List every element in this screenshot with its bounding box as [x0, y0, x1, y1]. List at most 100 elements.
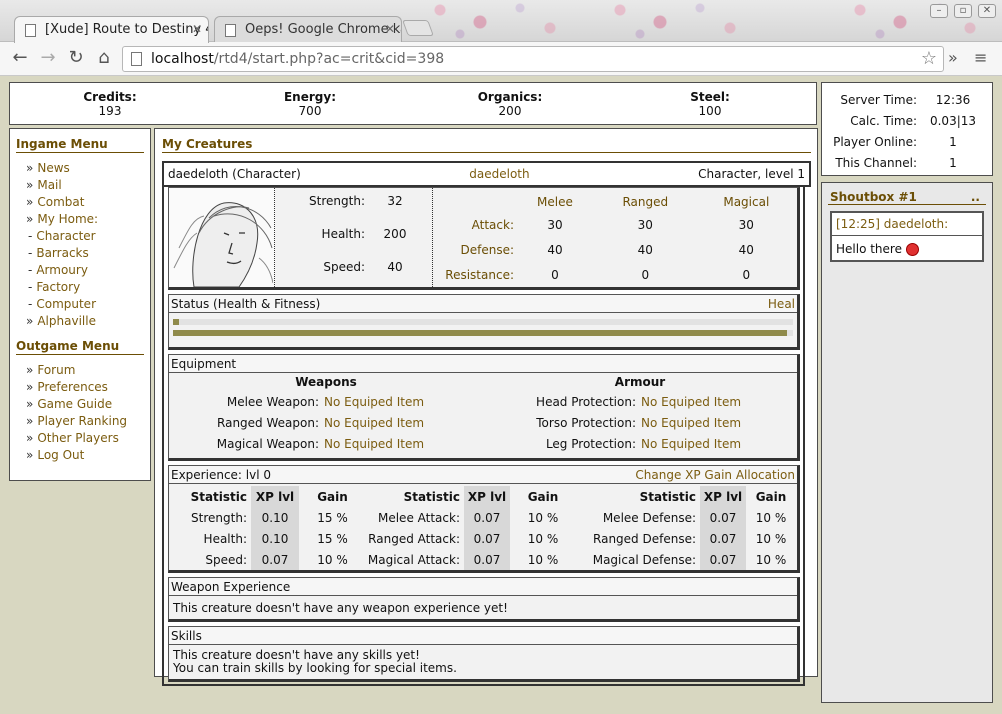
shoutbox-message: [12:25] daedeloth: Hello there — [830, 211, 984, 262]
row-defense: Defense: 40 40 40 — [460, 242, 754, 257]
weapons-column: Weapons Melee Weapon: No Equiped Item Ran… — [169, 375, 483, 454]
url-host: localhost — [151, 51, 214, 67]
minimize-icon[interactable]: – — [930, 4, 948, 18]
menu-item-player-ranking[interactable]: » Player Ranking — [16, 414, 144, 431]
shoutbox: Shoutbox #1 .. [12:25] daedeloth: Hello … — [821, 182, 993, 703]
weapon-experience-text: This creature doesn't have any weapon ex… — [173, 601, 508, 615]
close-icon[interactable]: ✕ — [385, 22, 395, 36]
menu-item-character[interactable]: - Character — [16, 229, 144, 246]
creature-owner-link[interactable]: daedeloth — [469, 167, 529, 181]
creature-name: daedeloth (Character) — [168, 167, 301, 181]
experience-tables: Statistic XP lvl Gain Strength: 0.10 15 % He… — [169, 484, 797, 570]
menu-icon[interactable]: ≡ — [974, 48, 987, 67]
creature-panel: daedeloth (Character) daedeloth Characte… — [162, 161, 811, 187]
main-content: My Creatures daedeloth (Character) daede… — [154, 128, 818, 686]
combat-stats-table: Melee Ranged Magical Attack: 30 30 30 Defense… — [433, 192, 797, 287]
resource-bar: Credits: 193 Energy: 700 Organics: 200 Stee… — [9, 82, 817, 125]
back-icon[interactable]: ← — [8, 47, 32, 71]
players-online: Player Online: 1 — [833, 135, 957, 149]
resource-energy: Energy: 700 — [283, 90, 336, 118]
page-icon — [131, 52, 142, 66]
resource-organics: Organics: 200 — [477, 90, 543, 118]
stat-speed: Speed: 40 — [323, 260, 403, 274]
extensions-chevron-icon[interactable]: » — [948, 48, 958, 67]
forward-icon[interactable]: → — [36, 47, 60, 71]
tab-title: [Xude] Route to Destiny 4 — [45, 22, 209, 37]
status-section: Status (Health & Fitness) Heal — [168, 294, 800, 350]
menu-item-preferences[interactable]: » Preferences — [16, 380, 144, 397]
fitness-bar — [173, 319, 793, 325]
close-window-icon[interactable]: ✕ — [978, 4, 996, 18]
creature-level: Character, level 1 — [698, 167, 805, 181]
menu-item-forum[interactable]: » Forum — [16, 363, 144, 380]
page: Credits: 193 Energy: 700 Organics: 200 Stee… — [0, 77, 1002, 714]
col-melee: Melee — [537, 195, 573, 209]
leg-protection-slot: Leg Protection: No Equiped Item — [545, 436, 742, 451]
home-icon[interactable]: ⌂ — [92, 47, 116, 71]
xp-table-defense: Statistic XP lvl Gain Melee Defense: 0.07 10… — [576, 486, 796, 570]
tab-inactive[interactable]: Oeps! Google Chrome kan ✕ — [214, 16, 402, 43]
tab-active[interactable]: [Xude] Route to Destiny 4 ✕ — [14, 16, 209, 43]
url-path: /rtd4/start.php?ac=crit&cid=398 — [213, 51, 445, 67]
ranged-weapon-slot: Ranged Weapon: No Equiped Item — [217, 415, 425, 430]
outgame-menu-title: Outgame Menu — [16, 339, 144, 355]
menu-item-log-out[interactable]: » Log Out — [16, 448, 144, 465]
stat-health: Health: 200 — [321, 227, 407, 241]
menu-item-mail[interactable]: » Mail — [16, 178, 144, 195]
shoutbox-message-author[interactable]: [12:25] daedeloth: — [832, 213, 982, 236]
torso-protection-slot: Torso Protection: No Equiped Item — [536, 415, 742, 430]
menu-item-factory[interactable]: - Factory — [16, 280, 144, 297]
address-bar[interactable]: localhost/rtd4/start.php?ac=crit&cid=398… — [122, 46, 944, 72]
xp-table-attack: Statistic XP lvl Gain Melee Attack: 0.07 10 … — [366, 486, 576, 570]
creature-portrait — [169, 188, 275, 287]
page-icon — [25, 24, 36, 37]
heal-link[interactable]: Heal — [768, 297, 795, 311]
shoutbox-header: Shoutbox #1 .. — [828, 183, 986, 205]
new-tab-button[interactable] — [402, 20, 434, 36]
status-bars — [169, 313, 797, 347]
shoutbox-title: Shoutbox #1 — [830, 190, 917, 204]
melee-weapon-slot: Melee Weapon: No Equiped Item — [226, 394, 425, 409]
head-protection-slot: Head Protection: No Equiped Item — [536, 394, 742, 409]
col-magical: Magical — [723, 195, 770, 209]
server-info: Server Time: 12:36 Calc. Time: 0.03|13 Pla… — [821, 82, 993, 176]
experience-header: Experience: lvl 0 Change XP Gain Allocat… — [169, 466, 797, 484]
experience-section: Experience: lvl 0 Change XP Gain Allocat… — [168, 465, 800, 573]
browser-toolbar: ← → ↻ ⌂ localhost/rtd4/start.php?ac=crit… — [0, 42, 1002, 76]
shoutbox-options-link[interactable]: .. — [971, 190, 980, 204]
fitness-bar-fill — [173, 319, 180, 325]
close-icon[interactable]: ✕ — [192, 22, 202, 36]
menu-item-combat[interactable]: » Combat — [16, 195, 144, 212]
base-stats: Strength: 32 Health: 200 Speed: 40 — [275, 188, 433, 287]
ingame-menu: » News » Mail » Combat » My Home: - Character… — [16, 161, 144, 331]
skills-text: This creature doesn't have any skills ye… — [173, 648, 457, 675]
calc-time: Calc. Time: 0.03|13 — [850, 114, 977, 128]
menu-item-alphaville[interactable]: » Alphaville — [16, 314, 144, 331]
maximize-icon[interactable]: ▫ — [954, 4, 972, 18]
menu-item-computer[interactable]: - Computer — [16, 297, 144, 314]
equipment-section: Equipment Weapons Melee Weapon: No Equipe… — [168, 354, 800, 461]
menu-item-news[interactable]: » News — [16, 161, 144, 178]
bookmark-star-icon[interactable]: ☆ — [921, 48, 937, 69]
menu-item-armoury[interactable]: - Armoury — [16, 263, 144, 280]
menu-item-other-players[interactable]: » Other Players — [16, 431, 144, 448]
menu-item-game-guide[interactable]: » Game Guide — [16, 397, 144, 414]
creature-stats: Strength: 32 Health: 200 Speed: 40 Melee Ran… — [168, 187, 800, 290]
browser-tabbar: [Xude] Route to Destiny 4 ✕ Oeps! Google… — [0, 0, 1002, 43]
reload-icon[interactable]: ↻ — [64, 47, 88, 71]
change-xp-allocation-link[interactable]: Change XP Gain Allocation — [635, 468, 795, 482]
window-controls: – ▫ ✕ — [930, 4, 996, 18]
menu-item-my-home[interactable]: » My Home: — [16, 212, 144, 229]
col-ranged: Ranged — [622, 195, 669, 209]
ingame-menu-title: Ingame Menu — [16, 137, 144, 153]
equipment-header: Equipment — [169, 355, 797, 373]
theme-decoration — [600, 0, 760, 42]
menu-item-barracks[interactable]: - Barracks — [16, 246, 144, 263]
weapon-experience-section: Weapon Experience This creature doesn't … — [168, 577, 800, 622]
shoutbox-message-body: Hello there — [832, 236, 982, 260]
row-attack: Attack: 30 30 30 — [471, 217, 754, 232]
weapon-experience-header: Weapon Experience — [169, 578, 797, 596]
tab-title: Oeps! Google Chrome kan — [245, 22, 402, 37]
skills-header: Skills — [169, 627, 797, 645]
health-bar-fill — [173, 330, 787, 336]
